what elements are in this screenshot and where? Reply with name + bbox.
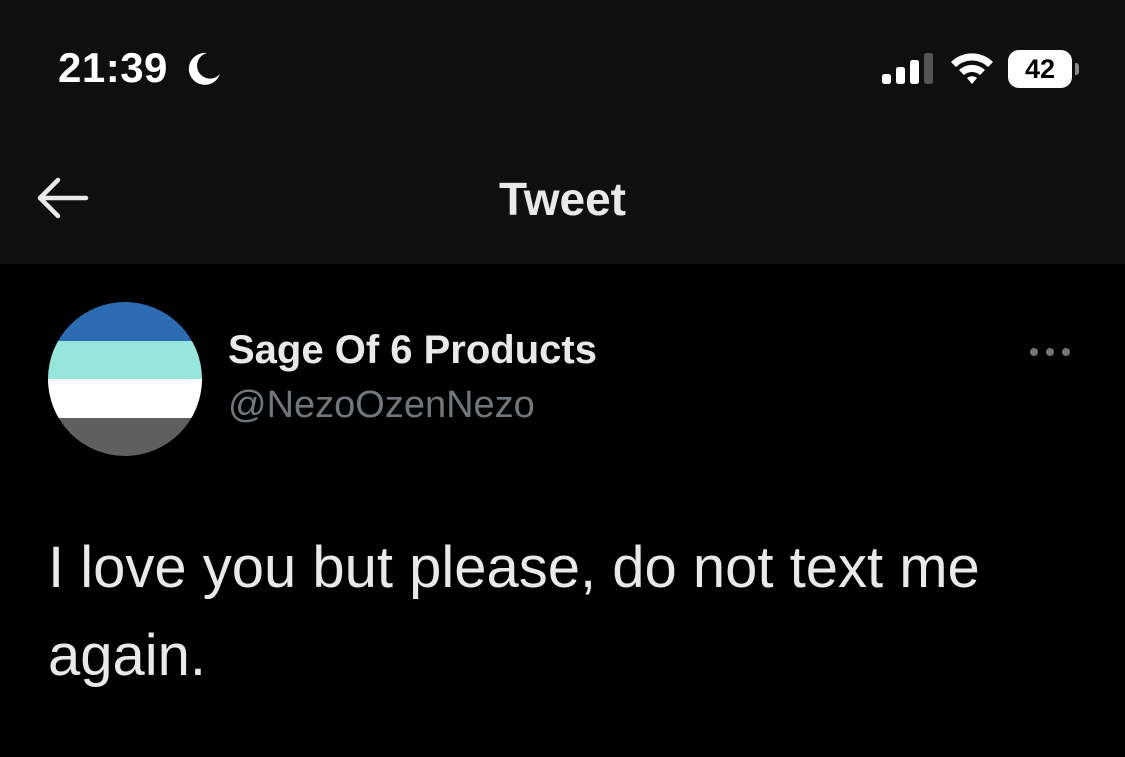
more-horizontal-icon[interactable] xyxy=(1026,338,1074,366)
nav-bar: Tweet xyxy=(0,130,1125,264)
author-name[interactable]: Sage Of 6 Products xyxy=(228,328,597,373)
status-bar: 21:39 42 xyxy=(0,0,1125,130)
battery-level: 42 xyxy=(1008,50,1072,88)
page-title: Tweet xyxy=(499,173,626,225)
signal-icon xyxy=(882,53,933,84)
avatar-stripe xyxy=(48,417,202,456)
moon-icon xyxy=(188,52,220,85)
battery-tip xyxy=(1075,63,1079,75)
avatar[interactable] xyxy=(48,302,202,456)
status-time: 21:39 xyxy=(58,44,168,91)
avatar-stripe xyxy=(48,379,202,418)
battery-icon: 42 xyxy=(1008,50,1079,88)
tweet-detail: Sage Of 6 Products @NezoOzenNezo I love … xyxy=(0,264,1125,757)
wifi-icon xyxy=(951,53,993,84)
tweet-text: I love you but please, do not text me ag… xyxy=(48,535,980,688)
author-handle[interactable]: @NezoOzenNezo xyxy=(228,384,535,427)
avatar-stripe xyxy=(48,302,202,341)
avatar-stripe xyxy=(48,340,202,379)
